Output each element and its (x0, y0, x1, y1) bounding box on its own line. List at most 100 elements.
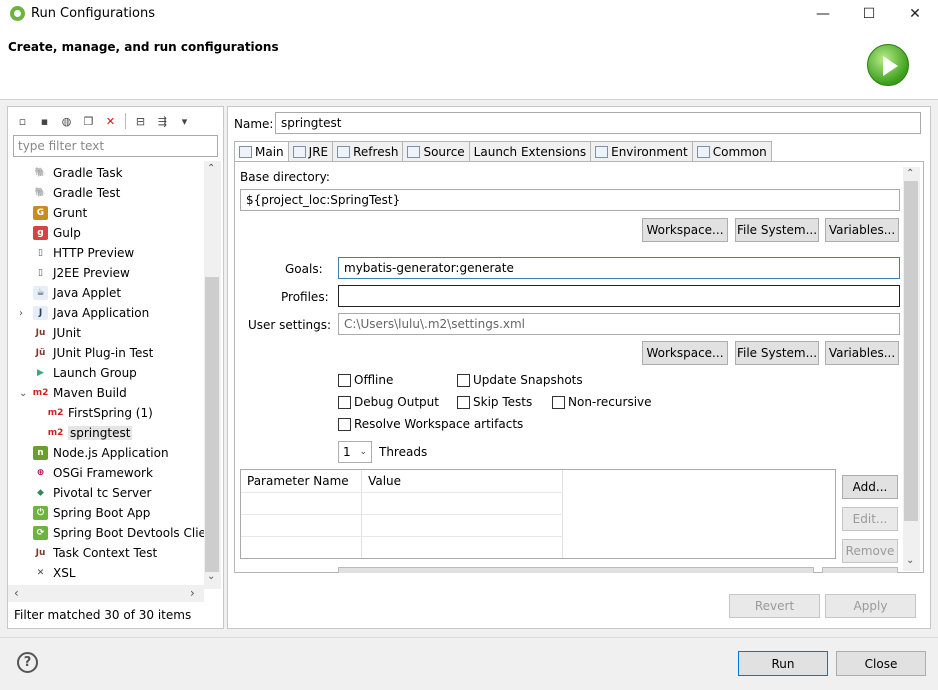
chevron-right-icon[interactable]: › (19, 308, 23, 319)
export-icon[interactable]: ◍ (57, 112, 76, 130)
settings-variables-button[interactable]: Variables... (825, 341, 899, 365)
checkbox-box[interactable] (338, 395, 351, 409)
new-configuration-icon[interactable]: ▫ (13, 112, 32, 130)
tab-launch-extensions[interactable]: Launch Extensions (468, 141, 592, 161)
tree-item[interactable]: ⏻ Spring Boot App (33, 503, 150, 523)
collapse-all-icon[interactable]: ⊟ (131, 112, 150, 130)
table-row[interactable] (241, 536, 563, 558)
offline-checkbox[interactable]: Offline (338, 373, 393, 387)
table-row[interactable] (241, 514, 563, 537)
scroll-up-icon[interactable]: ⌃ (207, 163, 215, 174)
settings-workspace-button[interactable]: Workspace... (642, 341, 728, 365)
tab-environment[interactable]: Environment (590, 141, 693, 161)
configurations-tree: 🐘 Gradle Task 🐘 Gradle Test G Grunt g Gulp ▯ HTTP… (8, 161, 204, 589)
close-window-button[interactable]: ✕ (892, 0, 938, 28)
edit-parameter-button[interactable]: Edit... (842, 507, 898, 531)
revert-button[interactable]: Revert (729, 594, 820, 618)
debug-output-checkbox[interactable]: Debug Output (338, 395, 439, 409)
tree-item[interactable]: Ju Task Context Test (33, 543, 158, 563)
checkbox-box[interactable] (457, 373, 470, 387)
threads-label: Threads (379, 445, 428, 459)
tab-refresh[interactable]: Refresh (332, 141, 404, 161)
tree-horizontal-scrollbar[interactable]: ‹ › (8, 585, 204, 602)
tree-item[interactable]: G Grunt (33, 203, 87, 223)
tree-item[interactable]: ▯ J2EE Preview (33, 263, 130, 283)
tree-item[interactable]: › J Java Application (19, 303, 149, 323)
parameters-table[interactable]: Parameter Name Value (240, 469, 836, 559)
tree-item-label: J2EE Preview (53, 266, 130, 280)
scroll-down-icon[interactable]: ⌄ (207, 571, 215, 582)
tree-item-label: JUnit (53, 326, 81, 340)
base-directory-input[interactable] (240, 189, 900, 211)
delete-icon[interactable]: ✕ (101, 112, 120, 130)
java-applet-icon: ☕ (33, 286, 48, 300)
checkbox-box[interactable] (338, 417, 351, 431)
tree-item[interactable]: n Node.js Application (33, 443, 169, 463)
scroll-up-icon[interactable]: ⌃ (906, 168, 914, 179)
workspace-button[interactable]: Workspace... (642, 218, 728, 242)
scroll-right-icon[interactable]: › (190, 586, 195, 600)
tree-scroll-thumb[interactable] (205, 277, 219, 572)
column-header-value[interactable]: Value (361, 470, 563, 493)
tree-item[interactable]: ▶ Launch Group (33, 363, 137, 383)
table-row[interactable] (241, 492, 563, 515)
tree-item[interactable]: m2 springtest (47, 423, 133, 443)
maximize-button[interactable]: ☐ (846, 0, 892, 28)
tab-common[interactable]: Common (691, 141, 772, 161)
view-menu-icon[interactable]: ▾ (175, 112, 194, 130)
skip-tests-checkbox[interactable]: Skip Tests (457, 395, 532, 409)
tree-item[interactable]: ⊕ OSGi Framework (33, 463, 153, 483)
resolve-workspace-checkbox[interactable]: Resolve Workspace artifacts (338, 417, 523, 431)
add-parameter-button[interactable]: Add... (842, 475, 898, 499)
title-bar: Run Configurations — ☐ ✕ (0, 0, 938, 28)
tab-label: Main (255, 145, 284, 159)
user-settings-input[interactable] (338, 313, 900, 335)
profiles-input[interactable] (338, 285, 900, 307)
tab-main[interactable]: Main (234, 141, 289, 162)
run-button[interactable]: Run (738, 651, 828, 676)
filter-input[interactable] (13, 135, 218, 157)
settings-file-system-button[interactable]: File System... (735, 341, 819, 365)
apply-button[interactable]: Apply (825, 594, 916, 618)
tree-item[interactable]: g Gulp (33, 223, 81, 243)
tree-item[interactable]: ☕ Java Applet (33, 283, 121, 303)
tree-item[interactable]: m2 FirstSpring (1) (48, 403, 153, 423)
editor-scroll-thumb[interactable] (904, 181, 918, 521)
tab-source[interactable]: Source (402, 141, 470, 161)
minimize-button[interactable]: — (800, 0, 846, 28)
remove-parameter-button[interactable]: Remove (842, 539, 898, 563)
tree-item[interactable]: 🐘 Gradle Test (33, 183, 120, 203)
variables-button[interactable]: Variables... (825, 218, 899, 242)
tree-item[interactable]: Ju JUnit (33, 323, 81, 343)
configurations-toolbar: ▫ ▪ ◍ ❐ ✕ ⊟ ⇶ ▾ (13, 111, 194, 131)
scroll-left-icon[interactable]: ‹ (14, 586, 19, 600)
checkbox-box[interactable] (457, 395, 470, 409)
name-input[interactable] (275, 112, 921, 134)
threads-select[interactable]: 1 ⌄ (338, 441, 372, 463)
tree-item[interactable]: ⟳ Spring Boot Devtools Clie (33, 523, 204, 543)
file-system-button[interactable]: File System... (735, 218, 819, 242)
configurations-panel: ▫ ▪ ◍ ❐ ✕ ⊟ ⇶ ▾ 🐘 Gradle Task 🐘 Gradle Test… (7, 106, 224, 629)
checkbox-box[interactable] (338, 373, 351, 387)
duplicate-icon[interactable]: ❐ (79, 112, 98, 130)
scroll-down-icon[interactable]: ⌄ (906, 555, 914, 566)
update-snapshots-checkbox[interactable]: Update Snapshots (457, 373, 583, 387)
checkbox-box[interactable] (552, 395, 565, 409)
tree-item[interactable]: ⬥ Pivotal tc Server (33, 483, 151, 503)
tree-item[interactable]: Jü JUnit Plug-in Test (33, 343, 154, 363)
close-button[interactable]: Close (836, 651, 926, 676)
tree-item-label: springtest (68, 426, 133, 440)
non-recursive-checkbox[interactable]: Non-recursive (552, 395, 652, 409)
column-header-parameter-name[interactable]: Parameter Name (241, 470, 363, 493)
maven-icon: m2 (47, 428, 64, 438)
tree-item[interactable]: ⌄ m2 Maven Build (19, 383, 127, 403)
tree-item[interactable]: 🐘 Gradle Task (33, 163, 123, 183)
tree-item[interactable]: ✕ XSL (33, 563, 76, 583)
new-prototype-icon[interactable]: ▪ (35, 112, 54, 130)
chevron-down-icon[interactable]: ⌄ (19, 388, 27, 399)
tree-item[interactable]: ▯ HTTP Preview (33, 243, 134, 263)
help-icon[interactable]: ? (17, 652, 38, 673)
goals-input[interactable] (338, 257, 900, 279)
filter-icon[interactable]: ⇶ (153, 112, 172, 130)
tab-jre[interactable]: JRE (287, 141, 334, 161)
